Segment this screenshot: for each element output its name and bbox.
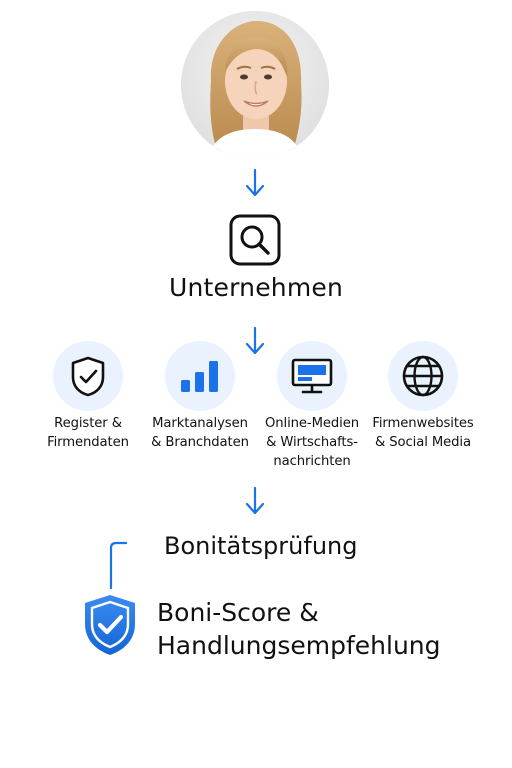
result-label: Boni-Score & Handlungsempfehlung — [157, 598, 441, 660]
company-label: Unternehmen — [168, 273, 343, 302]
source-market-circle — [165, 341, 235, 411]
source-web-circle — [388, 341, 458, 411]
source-web-label: Firmenwebsites & Social Media — [372, 416, 474, 450]
arrow-down-icon — [245, 326, 265, 356]
shield-check-icon — [71, 356, 105, 397]
result-shield-icon — [82, 592, 138, 658]
source-register-label: Register & Firmendaten — [47, 416, 129, 450]
search-icon — [228, 213, 282, 267]
arrow-down-icon — [245, 168, 265, 198]
source-register-circle — [53, 341, 123, 411]
source-media-circle — [277, 341, 347, 411]
bar-chart-icon — [181, 361, 218, 392]
credit-check-label: Bonitätsprüfung — [164, 532, 358, 560]
arrow-down-icon — [245, 486, 265, 516]
person-portrait — [181, 11, 329, 159]
source-media-label: Online-Medien & Wirtschafts- nachrichten — [265, 416, 359, 469]
connector-line — [104, 540, 130, 590]
source-market-label: Marktanalysen & Branchdaten — [151, 416, 249, 450]
globe-icon — [402, 355, 444, 397]
monitor-icon — [291, 358, 333, 394]
avatar — [181, 11, 329, 159]
